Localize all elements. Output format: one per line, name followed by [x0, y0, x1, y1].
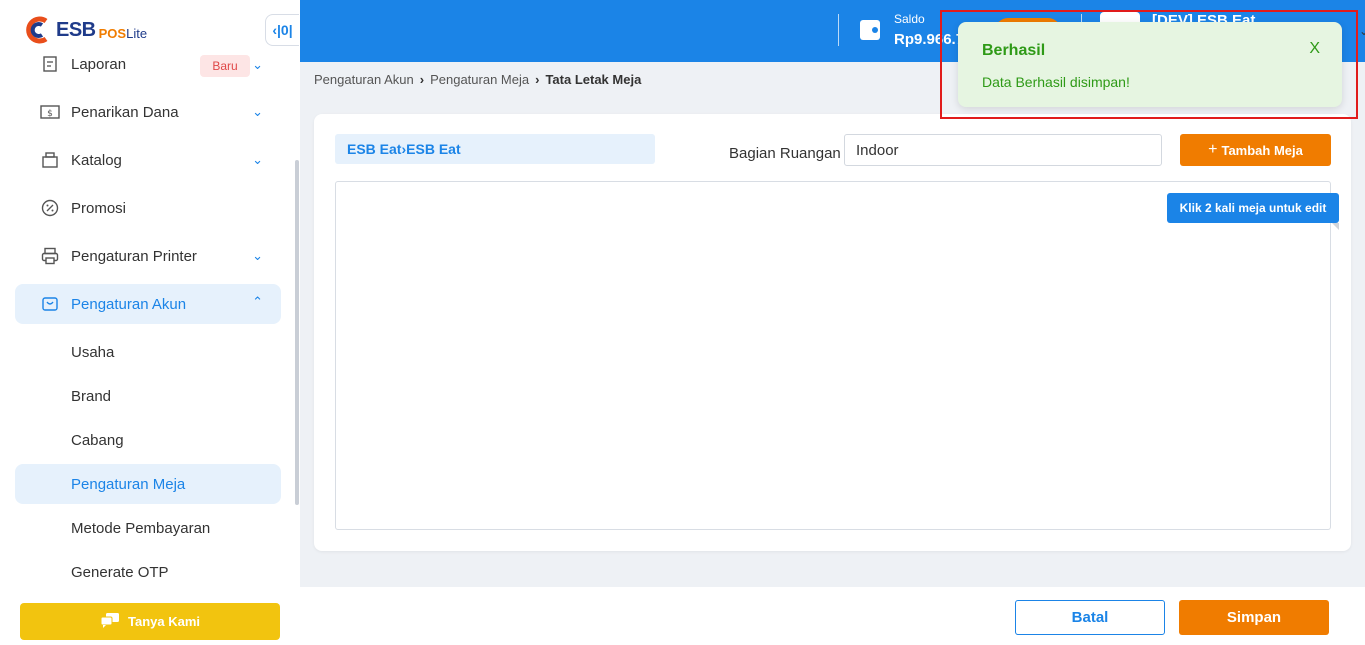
sidebar-item-label: Pengaturan Akun: [71, 295, 187, 313]
logo-text: ESB: [56, 18, 96, 41]
svg-text:$: $: [47, 109, 53, 119]
sidebar: ESB POSLite ‹|0| Laporan ⌄ Baru $ Penari…: [0, 0, 300, 645]
sidebar-item-label: Katalog: [71, 151, 122, 169]
plus-icon: +: [1208, 141, 1218, 158]
brand-path: ESB Eat › ESB Eat: [335, 134, 655, 164]
sidebar-subitem-metode-pembayaran[interactable]: Metode Pembayaran: [15, 508, 281, 548]
save-button[interactable]: Simpan: [1179, 600, 1329, 635]
catalog-icon: [40, 150, 60, 170]
chevron-down-icon[interactable]: ⌄: [1359, 24, 1365, 38]
sidebar-item-penarikan-dana[interactable]: $ Penarikan Dana ⌄: [15, 92, 281, 132]
help-chat-label: Tanya Kami: [127, 614, 200, 629]
sidebar-scrollbar[interactable]: [295, 160, 299, 505]
sidebar-subitem-label: Brand: [71, 387, 112, 405]
chevron-up-icon: ⌃: [252, 294, 263, 309]
sidebar-item-pengaturan-akun[interactable]: Pengaturan Akun ⌃: [15, 284, 281, 324]
sidebar-collapse-icon: ‹|0|: [272, 22, 293, 38]
sidebar-item-pengaturan-printer[interactable]: Pengaturan Printer ⌄: [15, 236, 281, 276]
withdraw-icon: $: [40, 102, 60, 122]
edit-hint-tooltip: Klik 2 kali meja untuk edit: [1167, 193, 1339, 230]
add-table-label: Tambah Meja: [1221, 142, 1303, 158]
sidebar-item-label: Laporan: [71, 55, 127, 73]
annotation-highlight-box: [940, 10, 1358, 119]
breadcrumb-link-pengaturan-meja[interactable]: Pengaturan Meja: [430, 72, 529, 87]
app-logo[interactable]: ESB POSLite: [22, 14, 147, 46]
sidebar-subitem-pengaturan-meja[interactable]: Pengaturan Meja: [15, 464, 281, 504]
breadcrumb: Pengaturan Akun › Pengaturan Meja › Tata…: [314, 72, 641, 87]
sidebar-subitem-cabang[interactable]: Cabang: [15, 420, 281, 460]
cancel-button[interactable]: Batal: [1015, 600, 1165, 635]
sidebar-item-label: Pengaturan Printer: [71, 247, 197, 265]
sidebar-item-label: Penarikan Dana: [71, 103, 179, 121]
action-footer: Batal Simpan: [300, 587, 1365, 645]
brand-path-child: ESB Eat: [406, 141, 461, 157]
table-layout-canvas[interactable]: [335, 181, 1331, 530]
sidebar-item-label: Promosi: [71, 199, 127, 217]
saldo-label: Saldo: [894, 12, 925, 26]
room-section-select[interactable]: Indoor: [844, 134, 1162, 166]
sidebar-subitem-label: Metode Pembayaran: [71, 519, 211, 537]
table-layout-card: ESB Eat › ESB Eat Bagian Ruangan Indoor …: [314, 114, 1351, 551]
chevron-right-icon: ›: [419, 72, 425, 87]
chat-bubbles-icon: [100, 612, 120, 632]
sidebar-subitem-label: Usaha: [71, 343, 115, 361]
printer-icon: [40, 246, 60, 266]
header-divider: [838, 14, 839, 46]
esb-logo-icon: [22, 15, 52, 45]
help-chat-button[interactable]: Tanya Kami: [20, 603, 280, 640]
sidebar-item-promosi[interactable]: Promosi: [15, 188, 281, 228]
breadcrumb-link-pengaturan-akun[interactable]: Pengaturan Akun: [314, 72, 414, 87]
new-badge: Baru: [200, 55, 250, 77]
sidebar-subitem-brand[interactable]: Brand: [15, 376, 281, 416]
chevron-down-icon: ⌄: [252, 152, 263, 167]
logo-subtext: POSLite: [98, 25, 148, 41]
chevron-down-icon: ⌄: [252, 104, 263, 119]
sidebar-subitem-usaha[interactable]: Usaha: [15, 332, 281, 372]
sidebar-collapse-button[interactable]: ‹|0|: [265, 14, 299, 46]
sidebar-subitem-label: Cabang: [71, 431, 124, 449]
sidebar-subitem-label: Pengaturan Meja: [71, 475, 186, 493]
sidebar-subitem-generate-otp[interactable]: Generate OTP: [15, 552, 281, 592]
sidebar-subitem-label: Generate OTP: [71, 563, 169, 581]
account-settings-icon: [40, 294, 60, 314]
percent-icon: [40, 198, 60, 218]
room-section-label: Bagian Ruangan: [729, 145, 841, 162]
chevron-right-icon: ›: [535, 72, 540, 87]
wallet-icon: [860, 20, 880, 40]
add-table-button[interactable]: + Tambah Meja: [1180, 134, 1331, 166]
sidebar-item-katalog[interactable]: Katalog ⌄: [15, 140, 281, 180]
brand-path-parent: ESB Eat: [347, 141, 402, 157]
report-icon: [40, 54, 60, 74]
breadcrumb-current: Tata Letak Meja: [545, 72, 642, 87]
chevron-down-icon: ⌄: [252, 248, 263, 263]
chevron-down-icon: ⌄: [252, 57, 263, 72]
